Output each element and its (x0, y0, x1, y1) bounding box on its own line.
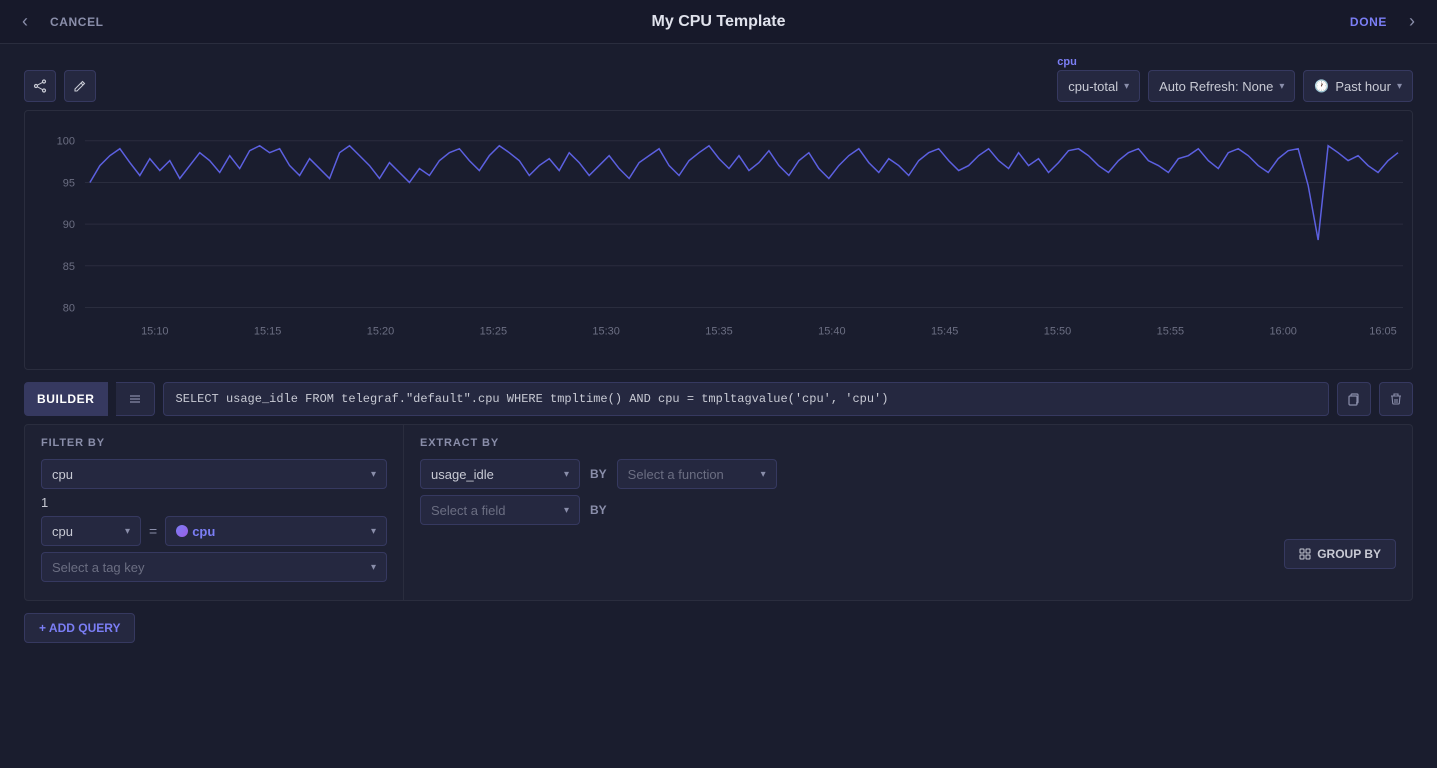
svg-text:80: 80 (63, 302, 75, 314)
filter-section-title: FILTER BY (41, 437, 387, 449)
trash-icon (1389, 392, 1403, 406)
tag-key-row: Select a tag key ▾ (41, 552, 387, 582)
filter-section: FILTER BY cpu ▾ 1 cpu ▾ = cpu ▾ (24, 424, 404, 601)
auto-refresh-dropdown[interactable]: Auto Refresh: None ▾ (1148, 70, 1295, 102)
done-button[interactable]: DONE (1342, 11, 1395, 33)
extract-row-1: usage_idle ▾ BY Select a function ▾ (420, 459, 1396, 489)
svg-text:100: 100 (57, 136, 75, 148)
extract-field-2-placeholder: Select a field (431, 503, 505, 518)
script-tab[interactable] (116, 382, 155, 416)
chevron-down-icon: ▾ (125, 526, 130, 537)
auto-refresh-text: Auto Refresh: None (1159, 79, 1273, 94)
svg-text:15:45: 15:45 (931, 325, 958, 337)
svg-text:85: 85 (63, 261, 75, 273)
list-icon (128, 392, 142, 406)
edit-button[interactable] (64, 70, 96, 102)
chevron-down-icon: ▾ (564, 505, 569, 516)
svg-text:15:50: 15:50 (1044, 325, 1071, 337)
extract-section: EXTRACT BY usage_idle ▾ BY Select a func… (404, 424, 1413, 601)
chevron-down-icon: ▾ (1124, 81, 1129, 92)
measurement-value: cpu (52, 467, 73, 482)
svg-text:15:35: 15:35 (705, 325, 732, 337)
extract-section-title: EXTRACT BY (420, 437, 1396, 449)
delete-query-button[interactable] (1379, 382, 1413, 416)
svg-text:15:55: 15:55 (1157, 325, 1184, 337)
chevron-down-icon: ▾ (371, 526, 376, 537)
cpu-value-text: cpu-total (1068, 79, 1118, 94)
svg-text:15:40: 15:40 (818, 325, 845, 337)
svg-text:15:25: 15:25 (480, 325, 507, 337)
time-range-dropdown[interactable]: 🕐 Past hour ▾ (1303, 70, 1413, 102)
top-bar-left: ‹ CANCEL (16, 7, 176, 36)
cpu-tag-label: cpu (1057, 56, 1077, 68)
svg-text:16:05: 16:05 (1369, 325, 1396, 337)
query-editor-row: BUILDER SELECT usage_idle FROM telegraf.… (0, 370, 1437, 424)
tag-dot-icon (176, 525, 188, 537)
top-bar: ‹ CANCEL My CPU Template DONE › (0, 0, 1437, 44)
extract-row-2: Select a field ▾ BY (420, 495, 1396, 525)
share-icon (33, 79, 47, 93)
add-query-button[interactable]: + ADD QUERY (24, 613, 135, 643)
edit-icon (73, 79, 87, 93)
query-config-row: FILTER BY cpu ▾ 1 cpu ▾ = cpu ▾ (0, 424, 1437, 601)
chevron-down-icon: ▾ (564, 469, 569, 480)
chevron-down-icon: ▾ (761, 469, 766, 480)
svg-text:15:15: 15:15 (254, 325, 281, 337)
sql-query-display: SELECT usage_idle FROM telegraf."default… (163, 382, 1329, 416)
cpu-filter-group: cpu cpu-total ▾ (1057, 56, 1140, 102)
by-label-1: BY (586, 467, 611, 481)
tag-key-placeholder: Select a tag key (52, 560, 145, 575)
svg-text:15:30: 15:30 (592, 325, 619, 337)
svg-text:16:00: 16:00 (1269, 325, 1296, 337)
cpu-chart: 100 95 90 85 80 15:10 15:15 15:20 15:25 … (25, 111, 1412, 369)
clock-icon: 🕐 (1314, 79, 1329, 93)
tag-key-dropdown[interactable]: Select a tag key ▾ (41, 552, 387, 582)
chevron-down-icon: ▾ (371, 469, 376, 480)
toolbar-right: cpu cpu-total ▾ Auto Refresh: None ▾ 🕐 P… (1057, 56, 1413, 102)
function-dropdown[interactable]: Select a function ▾ (617, 459, 777, 489)
toolbar-left (24, 70, 96, 102)
back-nav-button[interactable]: ‹ (16, 7, 34, 36)
tag-value-display[interactable]: cpu ▾ (165, 516, 387, 546)
group-by-row: GROUP BY (420, 533, 1396, 569)
page-title: My CPU Template (176, 13, 1261, 31)
time-range-text: Past hour (1335, 79, 1391, 94)
function-placeholder: Select a function (628, 467, 724, 482)
extract-field-value: usage_idle (431, 467, 494, 482)
equals-operator: = (147, 523, 159, 539)
filter-measurement-row: cpu ▾ (41, 459, 387, 489)
builder-tab[interactable]: BUILDER (24, 382, 108, 416)
svg-text:90: 90 (63, 219, 75, 231)
svg-text:15:10: 15:10 (141, 325, 168, 337)
cancel-button[interactable]: CANCEL (42, 11, 112, 33)
filter-num-row: 1 (41, 495, 387, 510)
filter-num-label: 1 (41, 495, 48, 510)
tag-value-text: cpu (192, 524, 215, 539)
forward-nav-button[interactable]: › (1403, 7, 1421, 36)
chart-container: 100 95 90 85 80 15:10 15:15 15:20 15:25 … (24, 110, 1413, 370)
filter-tag-row: cpu ▾ = cpu ▾ (41, 516, 387, 546)
copy-query-button[interactable] (1337, 382, 1371, 416)
toolbar-row: cpu cpu-total ▾ Auto Refresh: None ▾ 🕐 P… (0, 44, 1437, 110)
share-button[interactable] (24, 70, 56, 102)
measurement-dropdown[interactable]: cpu ▾ (41, 459, 387, 489)
copy-icon (1347, 392, 1361, 406)
chevron-down-icon: ▾ (1397, 81, 1402, 92)
field-value: cpu (52, 524, 73, 539)
extract-field-2-dropdown[interactable]: Select a field ▾ (420, 495, 580, 525)
field-dropdown[interactable]: cpu ▾ (41, 516, 141, 546)
group-by-button[interactable]: GROUP BY (1284, 539, 1396, 569)
group-by-label: GROUP BY (1317, 547, 1381, 561)
top-bar-right: DONE › (1261, 7, 1421, 36)
extract-field-dropdown[interactable]: usage_idle ▾ (420, 459, 580, 489)
by-label-2: BY (586, 503, 611, 517)
cpu-value-dropdown[interactable]: cpu-total ▾ (1057, 70, 1140, 102)
svg-text:95: 95 (63, 177, 75, 189)
svg-text:15:20: 15:20 (367, 325, 394, 337)
chevron-down-icon: ▾ (1279, 81, 1284, 92)
chevron-down-icon: ▾ (371, 562, 376, 573)
group-by-icon (1299, 548, 1311, 560)
